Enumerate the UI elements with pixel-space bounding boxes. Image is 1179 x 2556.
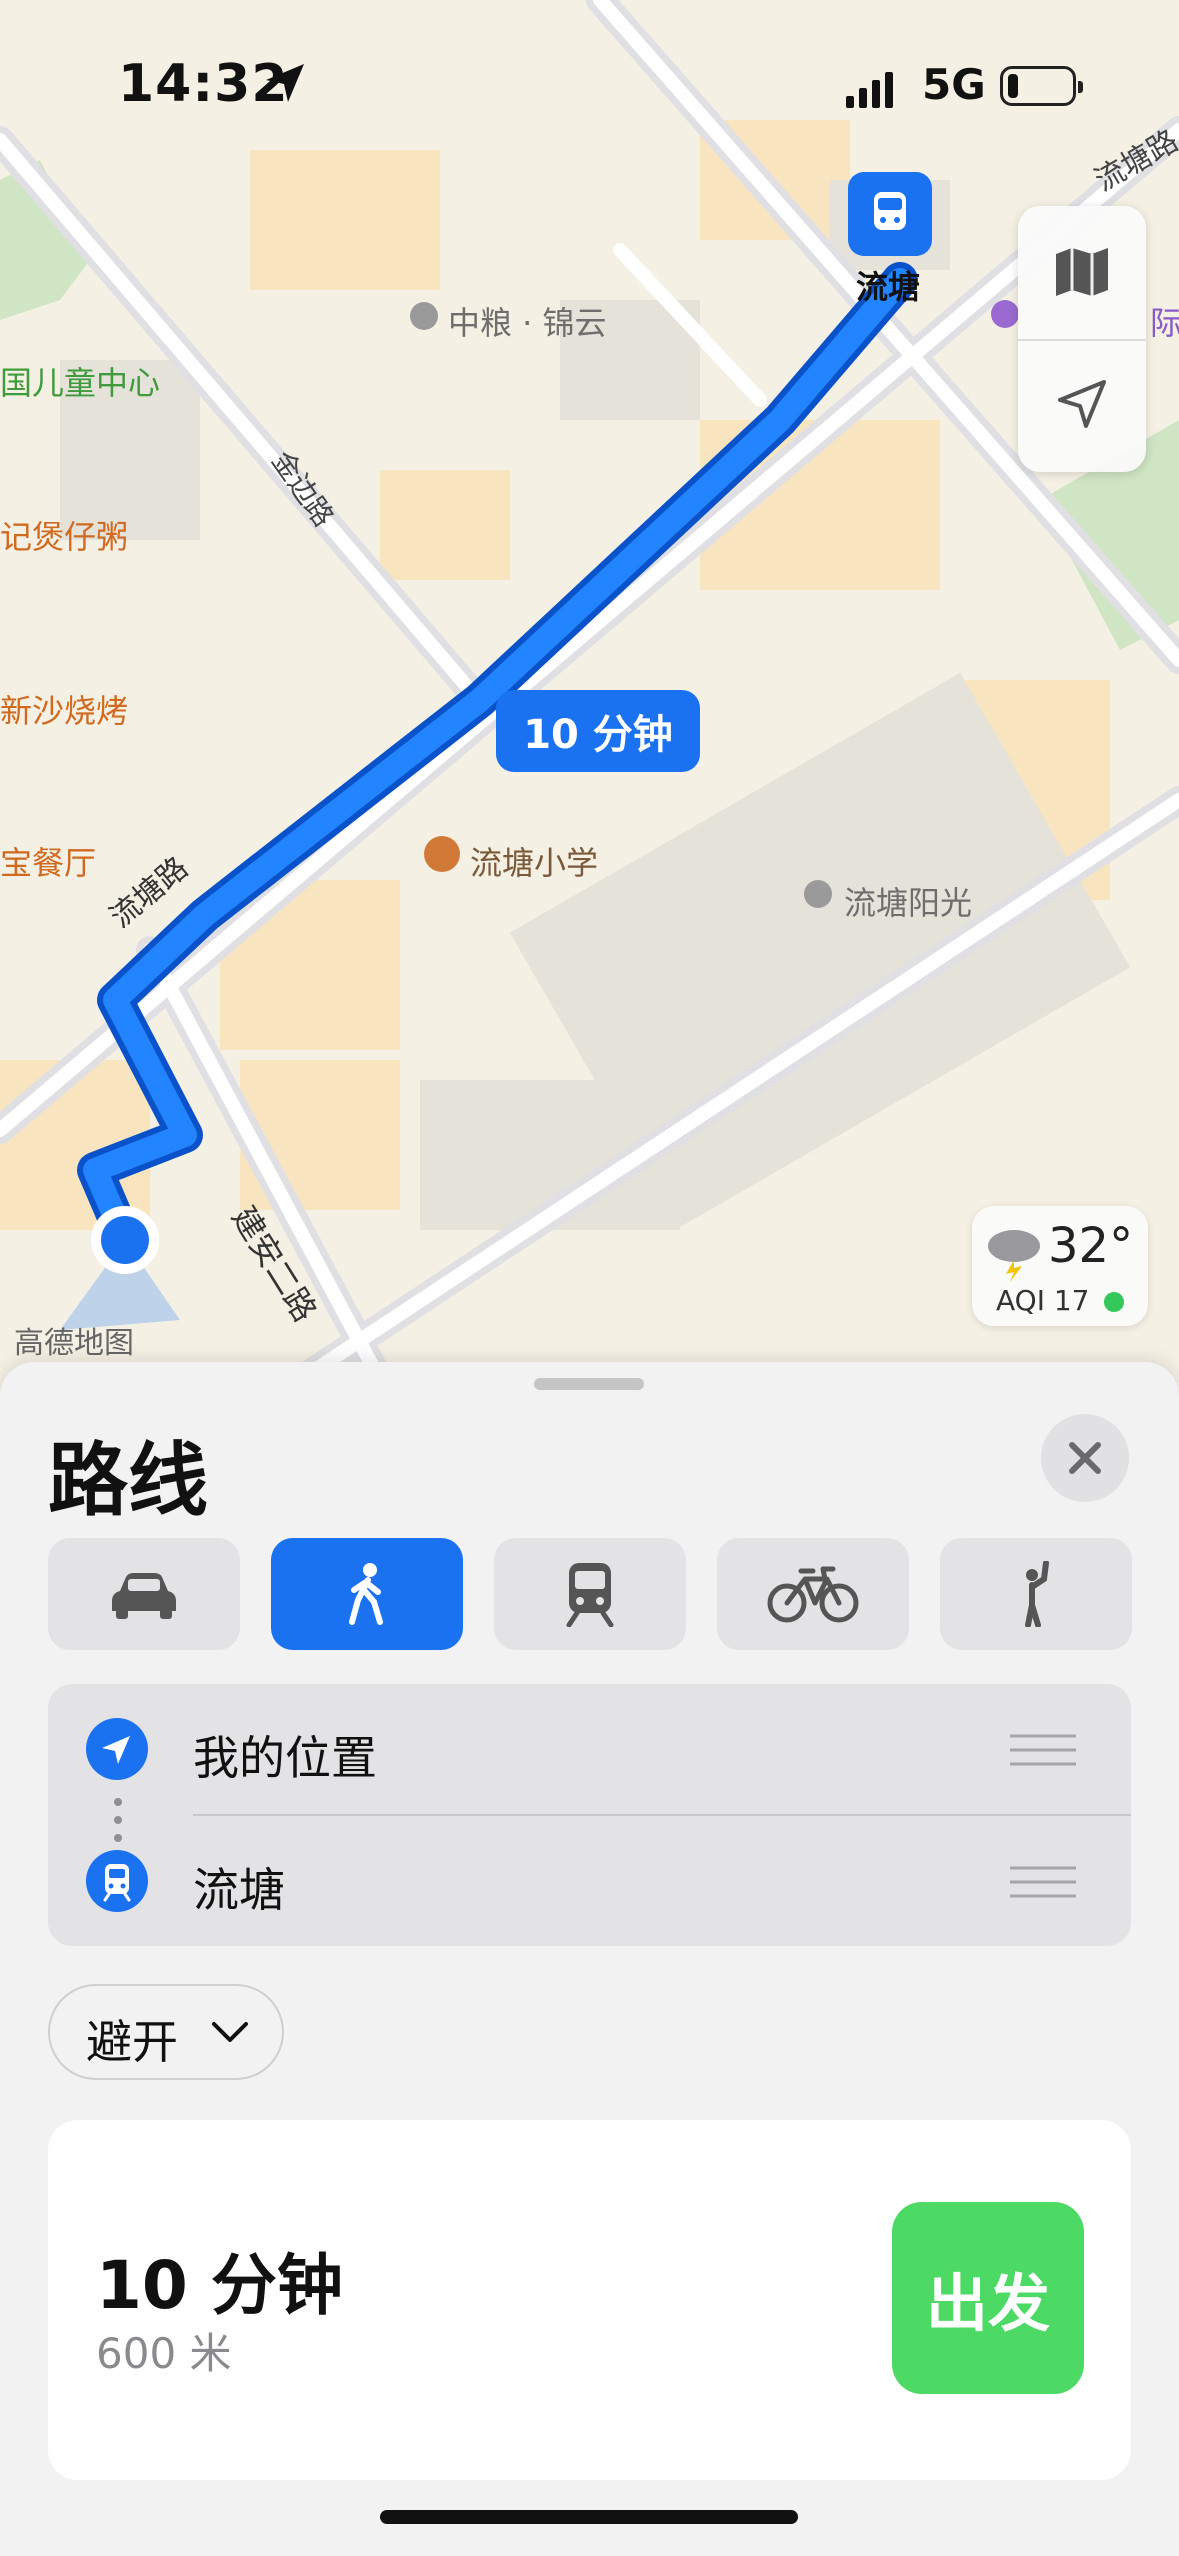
route-end-label[interactable]: 流塘 (193, 1854, 285, 1920)
poi-school[interactable]: 流塘小学 (470, 838, 598, 884)
avoid-label: 避开 (86, 2015, 178, 2069)
sheet-title: 路线 (48, 1434, 208, 1527)
aqi-status-dot (1104, 1292, 1124, 1312)
bicycle-icon (767, 1566, 859, 1623)
status-bar: 14:32 5G (0, 0, 1179, 170)
route-result-card[interactable]: 10 分钟 600 米 出发 (48, 2120, 1131, 2480)
temperature: 32° (1048, 1218, 1134, 1274)
map-view[interactable]: 中粮 · 锦云 国儿童中心 金边路 记煲仔粥 新沙烧烤 宝餐厅 流塘路 流塘小学… (0, 0, 1179, 1394)
transport-mode-selector (48, 1538, 1132, 1650)
mode-rideshare-button[interactable] (940, 1538, 1132, 1650)
home-indicator[interactable] (380, 2510, 798, 2524)
cloud-lightning-icon (988, 1230, 1040, 1282)
go-button[interactable]: 出发 (892, 2202, 1084, 2394)
transit-station-icon (86, 1850, 148, 1912)
battery-icon (1000, 66, 1083, 106)
hail-person-icon (1025, 1561, 1049, 1627)
sheet-grabber[interactable] (534, 1378, 644, 1390)
poi-congee[interactable]: 记煲仔粥 (0, 512, 128, 558)
route-end-row[interactable]: 流塘 (48, 1816, 1131, 1946)
route-start-row[interactable]: 我的位置 (48, 1684, 1131, 1814)
poi-children-center[interactable]: 国儿童中心 (0, 358, 160, 404)
reorder-handle-icon[interactable] (1010, 1734, 1076, 1766)
mode-drive-button[interactable] (48, 1538, 240, 1650)
route-endpoints-card: 我的位置 流塘 (48, 1684, 1131, 1946)
map-provider-attribution: 高德地图 (14, 1326, 134, 1361)
network-type: 5G (922, 60, 986, 109)
close-icon (1069, 1442, 1101, 1474)
close-button[interactable] (1041, 1414, 1129, 1502)
route-eta-bubble[interactable]: 10 分钟 (496, 690, 700, 772)
location-arrow-icon (266, 64, 304, 102)
route-start-label[interactable]: 我的位置 (193, 1722, 377, 1788)
mode-walk-button[interactable] (271, 1538, 463, 1650)
poi-partial-right: 际 (1150, 304, 1179, 342)
poi-bbq[interactable]: 新沙烧烤 (0, 686, 128, 732)
walking-icon (349, 1563, 383, 1625)
current-location-icon (86, 1718, 148, 1780)
route-duration: 10 分钟 (96, 2247, 343, 2324)
destination-label[interactable]: 流塘 (856, 262, 920, 308)
mode-cycle-button[interactable] (717, 1538, 909, 1650)
car-icon (112, 1573, 176, 1619)
poi-zhongliang[interactable]: 中粮 · 锦云 (448, 298, 607, 344)
poi-yangguang[interactable]: 流塘阳光 (844, 878, 972, 924)
map-mode-icon[interactable] (1054, 246, 1110, 298)
avoid-options-button[interactable]: 避开 (48, 1984, 284, 2080)
map-controls (1018, 206, 1146, 472)
directions-sheet: 路线 我的位置 流塘 避开 10 分钟 600 米 出发 (0, 1362, 1179, 2556)
weather-widget[interactable]: 32° AQI 17 (972, 1206, 1148, 1326)
map-controls-divider (1018, 339, 1146, 341)
locate-me-icon[interactable] (1056, 378, 1108, 430)
reorder-handle-icon[interactable] (1010, 1866, 1076, 1898)
chevron-down-icon (212, 2022, 248, 2042)
poi-restaurant[interactable]: 宝餐厅 (0, 838, 96, 884)
mode-transit-button[interactable] (494, 1538, 686, 1650)
cellular-signal-icon (846, 72, 893, 108)
route-distance: 600 米 (96, 2329, 232, 2378)
aqi-value: AQI 17 (996, 1284, 1090, 1317)
train-icon (566, 1563, 614, 1627)
